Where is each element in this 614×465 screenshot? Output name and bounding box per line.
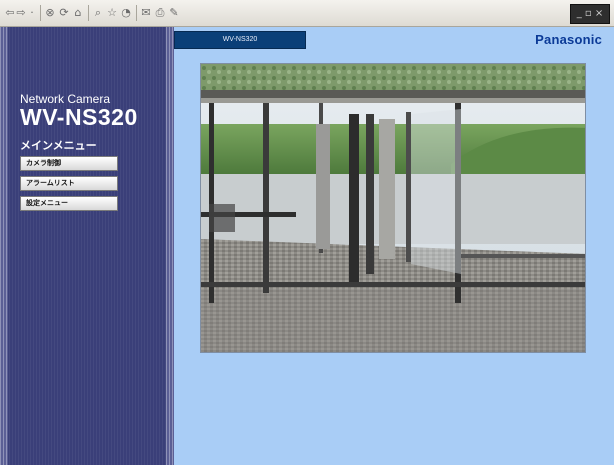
mail-icon[interactable]: ✉ bbox=[140, 6, 152, 20]
sidebar-edge-left bbox=[0, 27, 8, 465]
toolbar-separator bbox=[88, 5, 89, 21]
stop-icon[interactable]: ⊗ bbox=[44, 6, 56, 20]
forward-arrow-icon[interactable]: ⇨ bbox=[16, 6, 26, 20]
sidebar-edge-right bbox=[166, 27, 174, 465]
toolbar-separator bbox=[136, 5, 137, 21]
refresh-icon[interactable]: ⟳ bbox=[58, 6, 70, 20]
home-icon[interactable]: ⌂ bbox=[72, 6, 84, 20]
search-icon[interactable]: ⌕ bbox=[92, 6, 104, 20]
camera-tab[interactable]: WV-NS320 bbox=[174, 31, 306, 49]
model-title: WV-NS320 bbox=[20, 104, 138, 130]
settings-menu-button[interactable]: 設定メニュー bbox=[20, 196, 118, 211]
camera-control-button[interactable]: カメラ制御 bbox=[20, 156, 118, 171]
camera-feed bbox=[200, 63, 586, 353]
alarm-list-button[interactable]: アラームリスト bbox=[20, 176, 118, 191]
panasonic-logo: Panasonic bbox=[535, 32, 602, 47]
print-icon[interactable]: ⎙ bbox=[154, 6, 166, 20]
browser-toolbar: ⇦ ⇨ · ⊗ ⟳ ⌂ ⌕ ☆ ◔ ✉ ⎙ ✎ _ ▫ × bbox=[0, 0, 614, 27]
toolbar-separator bbox=[40, 5, 41, 21]
favorites-icon[interactable]: ☆ bbox=[106, 6, 118, 20]
dropdown-icon[interactable]: · bbox=[28, 6, 36, 20]
back-arrow-icon[interactable]: ⇦ bbox=[4, 6, 16, 20]
camera-feed-image bbox=[201, 64, 585, 352]
edit-icon[interactable]: ✎ bbox=[168, 6, 180, 20]
main-menu-title: メインメニュー bbox=[20, 139, 97, 152]
history-icon[interactable]: ◔ bbox=[120, 6, 132, 20]
window-controls[interactable]: _ ▫ × bbox=[570, 4, 610, 24]
